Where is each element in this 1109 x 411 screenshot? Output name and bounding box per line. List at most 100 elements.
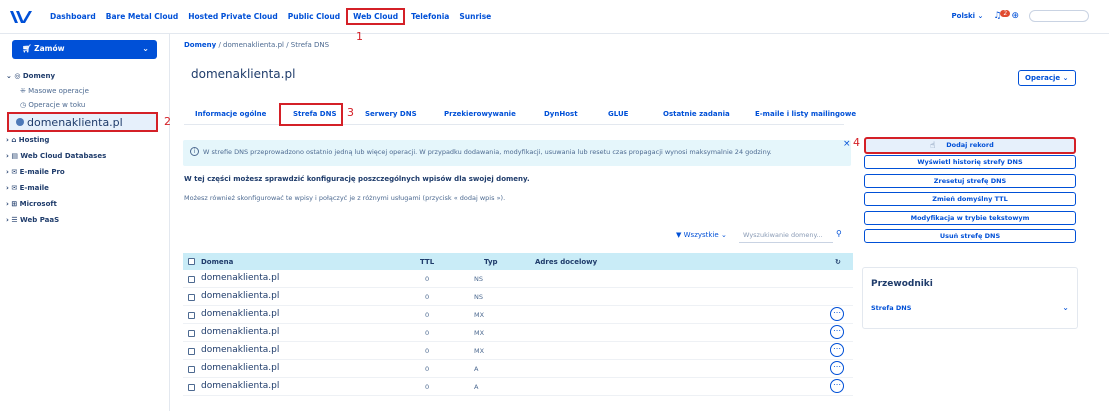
column-header-type[interactable]: Typ	[484, 258, 498, 266]
cell-type: NS	[474, 293, 483, 301]
breadcrumb-domain[interactable]: domenaklienta.pl	[223, 41, 284, 49]
change-default-ttl-button[interactable]: Zmień domyślny TTL	[864, 192, 1076, 206]
more-actions-icon[interactable]: ⋯	[830, 325, 844, 339]
sidebar-item-ongoing-operations[interactable]: ◷ Operacje w toku	[20, 101, 85, 109]
top-search-input[interactable]	[1029, 10, 1089, 22]
delete-dns-zone-button[interactable]: Usuń strefę DNS	[864, 229, 1076, 243]
hosting-icon: ⌂	[11, 136, 17, 144]
chevron-right-icon: ›	[6, 216, 9, 224]
top-navigation-bar: Dashboard Bare Metal Cloud Hosted Privat…	[0, 0, 1109, 34]
order-label: Zamów	[34, 44, 65, 53]
domain-search-input[interactable]: Wyszukiwanie domeny...	[739, 227, 833, 243]
guides-panel: Przewodniki Strefa DNS ⌄	[862, 267, 1078, 329]
sidebar-item-label: Web PaaS	[20, 216, 60, 224]
tab-general-info[interactable]: Informacje ogólne	[195, 110, 266, 118]
chevron-right-icon: ›	[6, 200, 9, 208]
bell-icon[interactable]: ♫ 2	[993, 10, 1011, 21]
sidebar-item-bulk-operations[interactable]: ⁜ Masowe operacje	[20, 87, 89, 95]
breadcrumb-root[interactable]: Domeny	[184, 41, 216, 49]
sidebar-item-microsoft[interactable]: › ⊞ Microsoft	[6, 200, 57, 208]
refresh-icon[interactable]: ↻	[835, 258, 841, 266]
nav-dashboard[interactable]: Dashboard	[48, 10, 98, 23]
column-header-domain[interactable]: Domena	[201, 258, 233, 266]
close-icon[interactable]: ×	[843, 139, 851, 149]
breadcrumb-separator: /	[218, 41, 221, 49]
select-all-checkbox[interactable]	[188, 258, 195, 265]
sidebar-item-hosting[interactable]: › ⌂ Hosting	[6, 136, 49, 144]
domain-dot-icon	[16, 118, 24, 126]
sidebar-item-selected-domain[interactable]: domenaklienta.pl	[7, 112, 158, 132]
chevron-down-icon: ⌄	[6, 72, 12, 80]
column-header-target[interactable]: Adres docelowy	[535, 258, 597, 266]
table-row: domenaklienta.pl 0 MX ⋯	[183, 342, 853, 360]
operations-button[interactable]: Operacje ⌄	[1018, 70, 1076, 86]
chevron-down-icon: ⌄	[720, 231, 727, 239]
filter-dropdown[interactable]: ▼ Wszystkie ⌄	[676, 231, 727, 239]
chevron-right-icon: ›	[6, 168, 9, 176]
annotation-number: 2	[164, 115, 171, 128]
chevron-down-icon[interactable]: ⌄	[1062, 303, 1069, 312]
row-checkbox[interactable]	[188, 384, 195, 391]
menu-icon: ☰	[11, 216, 18, 224]
row-checkbox[interactable]	[188, 294, 195, 301]
more-actions-icon[interactable]: ⋯	[830, 379, 844, 393]
nav-bare-metal-cloud[interactable]: Bare Metal Cloud	[104, 10, 181, 23]
sidebar-item-emails-pro[interactable]: › ✉ E-maile Pro	[6, 168, 65, 176]
table-row: domenaklienta.pl 0 NS	[183, 270, 853, 288]
chevron-down-icon: ⌄	[1062, 74, 1069, 82]
top-nav-menu: Dashboard Bare Metal Cloud Hosted Privat…	[48, 8, 493, 25]
mail-icon: ✉	[11, 184, 18, 192]
cell-type: NS	[474, 275, 483, 283]
sidebar-item-web-cloud-databases[interactable]: › ▤ Web Cloud Databases	[6, 152, 106, 160]
tab-recent-tasks[interactable]: Ostatnie zadania	[663, 110, 730, 118]
ovh-logo[interactable]	[9, 10, 33, 24]
annotation-number: 1	[356, 30, 363, 43]
guide-link-dns-zone[interactable]: Strefa DNS	[871, 304, 911, 312]
nav-hosted-private-cloud[interactable]: Hosted Private Cloud	[186, 10, 279, 23]
sidebar-item-label: E-maile	[19, 184, 49, 192]
filter-label: Wszystkie	[683, 231, 719, 239]
nav-telefonia[interactable]: Telefonia	[409, 10, 451, 23]
table-row: domenaklienta.pl 0 MX ⋯	[183, 306, 853, 324]
reset-dns-zone-button[interactable]: Zresetuj strefę DNS	[864, 174, 1076, 188]
row-checkbox[interactable]	[188, 312, 195, 319]
edit-text-mode-button[interactable]: Modyfikacja w trybie tekstowym	[864, 211, 1076, 225]
cell-ttl: 0	[425, 383, 430, 391]
tab-dynhost[interactable]: DynHost	[544, 110, 578, 118]
tab-dns-servers[interactable]: Serwery DNS	[365, 110, 417, 118]
sidebar-item-web-paas[interactable]: › ☰ Web PaaS	[6, 216, 59, 224]
row-checkbox[interactable]	[188, 330, 195, 337]
cell-ttl: 0	[425, 275, 430, 283]
sidebar-item-emails[interactable]: › ✉ E-maile	[6, 184, 49, 192]
order-button[interactable]: 🛒︎ Zamów ⌄	[12, 40, 157, 59]
more-actions-icon[interactable]: ⋯	[830, 343, 844, 357]
add-record-button[interactable]: Dodaj rekord	[864, 137, 1076, 154]
cell-ttl: 0	[425, 329, 430, 337]
sidebar: 🛒︎ Zamów ⌄ ⌄ ◎ Domeny ⁜ Masowe operacje …	[0, 34, 170, 411]
tab-glue[interactable]: GLUE	[608, 110, 628, 118]
sidebar-item-domeny[interactable]: ⌄ ◎ Domeny	[6, 72, 55, 80]
page-title: domenaklienta.pl	[191, 67, 296, 81]
nav-public-cloud[interactable]: Public Cloud	[286, 10, 342, 23]
nav-web-cloud[interactable]: Web Cloud	[346, 8, 406, 25]
globe-icon[interactable]: ⊕	[1011, 11, 1019, 21]
cell-ttl: 0	[425, 311, 430, 319]
nav-sunrise[interactable]: Sunrise	[457, 10, 493, 23]
row-checkbox[interactable]	[188, 276, 195, 283]
row-checkbox[interactable]	[188, 348, 195, 355]
row-checkbox[interactable]	[188, 366, 195, 373]
more-actions-icon[interactable]: ⋯	[830, 307, 844, 321]
view-dns-history-button[interactable]: Wyświetl historię strefy DNS	[864, 155, 1076, 169]
top-right-controls: Polski ⌄ ♫ 2 ⊕	[952, 10, 1089, 22]
sidebar-item-label: Operacje w toku	[28, 101, 86, 109]
language-selector[interactable]: Polski ⌄	[952, 12, 984, 20]
chevron-right-icon: ›	[6, 152, 9, 160]
more-actions-icon[interactable]: ⋯	[830, 361, 844, 375]
cell-domain: domenaklienta.pl	[201, 327, 280, 337]
tab-redirection[interactable]: Przekierowywanie	[444, 110, 516, 118]
cell-domain: domenaklienta.pl	[201, 345, 280, 355]
mail-icon: ✉	[11, 168, 18, 176]
search-icon[interactable]: ⚲	[836, 229, 842, 238]
tab-emails-mailing-lists[interactable]: E-maile i listy mailingowe	[755, 110, 856, 118]
column-header-ttl[interactable]: TTL	[420, 258, 434, 266]
